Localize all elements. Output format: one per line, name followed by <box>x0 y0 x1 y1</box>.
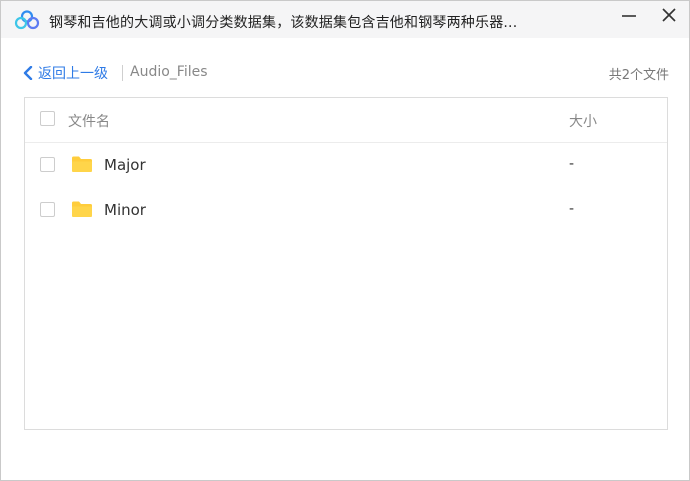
minimize-button[interactable] <box>616 5 642 27</box>
close-icon <box>662 8 676 22</box>
list-header: 文件名 大小 <box>25 98 667 143</box>
navigation-bar: 返回上一级 Audio_Files 共2个文件 <box>23 62 669 84</box>
row-checkbox[interactable] <box>40 202 55 217</box>
select-all-checkbox[interactable] <box>40 111 55 126</box>
file-list-panel: 文件名 大小 Major - Minor - <box>24 97 668 430</box>
file-name[interactable]: Major <box>104 156 146 174</box>
dialog-window: 钢琴和吉他的大调或小调分类数据集，该数据集包含吉他和钢琴两种乐器... 返回上一… <box>0 0 690 481</box>
chevron-left-icon <box>23 66 33 80</box>
window-title: 钢琴和吉他的大调或小调分类数据集，该数据集包含吉他和钢琴两种乐器... <box>49 15 518 31</box>
row-checkbox[interactable] <box>40 157 55 172</box>
file-row[interactable]: Major - <box>25 142 667 187</box>
folder-icon <box>72 156 92 172</box>
breadcrumb-divider <box>122 65 123 81</box>
column-header-name[interactable]: 文件名 <box>68 111 110 131</box>
file-size: - <box>569 201 575 217</box>
folder-icon <box>72 201 92 217</box>
app-logo-icon <box>14 10 40 30</box>
file-size: - <box>569 156 575 172</box>
back-button[interactable]: 返回上一级 <box>23 62 108 84</box>
minimize-icon <box>622 15 636 17</box>
file-count: 共2个文件 <box>608 68 669 83</box>
title-bar: 钢琴和吉他的大调或小调分类数据集，该数据集包含吉他和钢琴两种乐器... <box>1 1 689 38</box>
column-header-size[interactable]: 大小 <box>569 111 597 131</box>
back-label: 返回上一级 <box>38 66 108 82</box>
breadcrumb-current: Audio_Files <box>130 64 208 80</box>
close-button[interactable] <box>656 5 682 27</box>
file-row[interactable]: Minor - <box>25 187 667 232</box>
file-name[interactable]: Minor <box>104 201 146 219</box>
